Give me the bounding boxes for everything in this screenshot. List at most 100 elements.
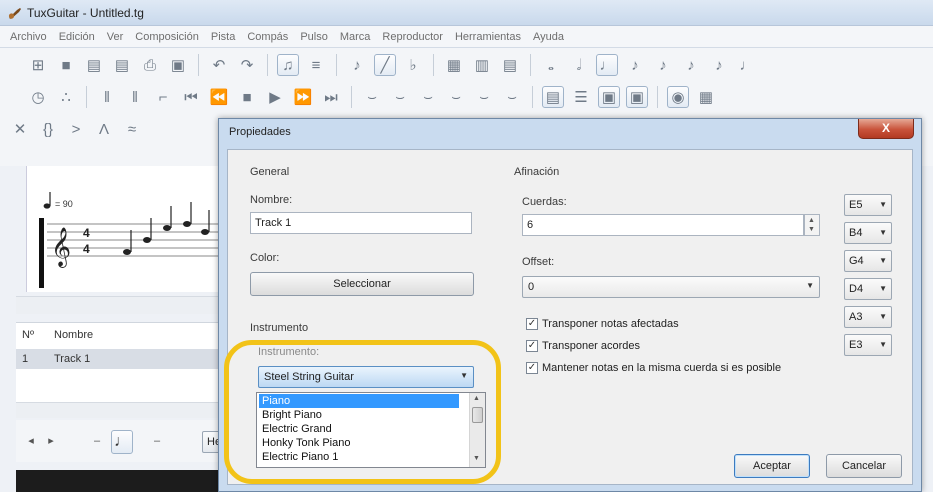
strings-count-input[interactable]: 6 xyxy=(522,214,804,236)
toolbar-separator xyxy=(198,54,199,76)
string-3-tuning-select[interactable]: G4 ▼ xyxy=(844,250,892,272)
toolbar-separator xyxy=(86,86,87,108)
layout-multitrack-icon[interactable]: ▣ xyxy=(598,86,620,108)
string-5-tuning-select[interactable]: A3 ▼ xyxy=(844,306,892,328)
piano-icon[interactable]: ▤ xyxy=(499,54,521,76)
staff-note[interactable] xyxy=(183,202,192,227)
last-measure-icon[interactable]: ⏭ xyxy=(320,86,342,108)
score-horizontal-scrollbar[interactable] xyxy=(16,296,226,314)
close-button[interactable]: X xyxy=(858,119,914,139)
staff-note[interactable] xyxy=(201,210,210,235)
voice-icon[interactable]: ♭ xyxy=(402,54,424,76)
offset-select[interactable]: 0 ▼ xyxy=(522,276,820,298)
fretboard-icon[interactable]: ▥ xyxy=(471,54,493,76)
layout-linear-icon[interactable]: ☰ xyxy=(570,86,592,108)
sixteenth-note-icon[interactable]: ♪ xyxy=(652,54,674,76)
repeat-open-icon[interactable]: ‖ xyxy=(96,86,118,108)
strings-spinner[interactable]: ▲ ▼ xyxy=(804,214,820,236)
menu-ver[interactable]: Ver xyxy=(101,31,130,43)
table-row[interactable]: 1 Track 1 xyxy=(16,349,226,369)
thirty-second-note-icon[interactable]: ♪ xyxy=(680,54,702,76)
time-signature-icon[interactable]: ∴ xyxy=(55,86,77,108)
staff-note[interactable] xyxy=(123,230,132,255)
heavy-accent-icon[interactable]: Λ xyxy=(93,118,115,140)
metronome-icon[interactable]: ◷ xyxy=(27,86,49,108)
track-name-input[interactable]: Track 1 xyxy=(250,212,472,234)
menu-pista[interactable]: Pista xyxy=(205,31,241,43)
duration-decrease-icon[interactable]: – xyxy=(88,432,106,450)
spinner-down-icon[interactable]: ▼ xyxy=(808,226,815,233)
accent-icon[interactable]: > xyxy=(65,118,87,140)
menu-pulso[interactable]: Pulso xyxy=(294,31,334,43)
save-as-icon[interactable]: ▤ xyxy=(111,54,133,76)
half-note-icon[interactable]: 𝅗𝅥 xyxy=(568,54,590,76)
tracks-horizontal-scrollbar[interactable] xyxy=(16,402,226,418)
play-icon[interactable]: ▶ xyxy=(264,86,286,108)
tablature-view-icon[interactable]: ≡ xyxy=(305,54,327,76)
accept-button[interactable]: Aceptar xyxy=(734,454,810,478)
eighth-note-icon[interactable]: ♪ xyxy=(624,54,646,76)
layout-compact-icon[interactable]: ▣ xyxy=(626,86,648,108)
transpose-chords-checkbox[interactable]: ✓ xyxy=(526,340,538,352)
transpose-notes-checkbox[interactable]: ✓ xyxy=(526,318,538,330)
select-color-button[interactable]: Seleccionar xyxy=(250,272,474,296)
layout-page-icon[interactable]: ▤ xyxy=(542,86,564,108)
score-area[interactable]: = 90 𝄞 4 4 xyxy=(26,166,227,292)
menu-compas[interactable]: Compás xyxy=(241,31,294,43)
next-measure-icon[interactable]: ⏩ xyxy=(292,86,314,108)
sixty-fourth-note-icon[interactable]: ♪ xyxy=(708,54,730,76)
dynamic-f-icon[interactable]: ⌣ xyxy=(473,86,495,108)
menu-ayuda[interactable]: Ayuda xyxy=(527,31,570,43)
menu-archivo[interactable]: Archivo xyxy=(4,31,53,43)
treble-clef-icon: 𝄞 xyxy=(51,227,71,268)
dynamic-mf-icon[interactable]: ⌣ xyxy=(445,86,467,108)
redo-icon[interactable]: ↷ xyxy=(236,54,258,76)
stop-icon[interactable]: ■ xyxy=(236,86,258,108)
scroll-right-icon[interactable]: ▸ xyxy=(42,432,60,450)
undo-icon[interactable]: ↶ xyxy=(208,54,230,76)
keep-strings-checkbox[interactable]: ✓ xyxy=(526,362,538,374)
mixer-icon[interactable]: ▦ xyxy=(695,86,717,108)
cancel-button[interactable]: Cancelar xyxy=(826,454,902,478)
open-file-icon[interactable]: ■ xyxy=(55,54,77,76)
scroll-left-icon[interactable]: ◂ xyxy=(22,432,40,450)
brackets-icon[interactable]: {} xyxy=(37,118,59,140)
menu-composicion[interactable]: Composición xyxy=(129,31,205,43)
transport-icon[interactable]: ◉ xyxy=(667,86,689,108)
staff-note[interactable] xyxy=(143,218,152,243)
new-file-icon[interactable]: ⊞ xyxy=(27,54,49,76)
print-icon[interactable]: ⎙ xyxy=(139,54,161,76)
print-preview-icon[interactable]: ▣ xyxy=(167,54,189,76)
transpose-notes-label: Transponer notas afectadas xyxy=(542,318,679,330)
dotted-note-icon[interactable]: ♩ xyxy=(736,54,758,76)
repeat-close-icon[interactable]: ‖ xyxy=(124,86,146,108)
menu-marca[interactable]: Marca xyxy=(334,31,377,43)
string-6-tuning-select[interactable]: E3 ▼ xyxy=(844,334,892,356)
dynamic-ff-icon[interactable]: ⌣ xyxy=(501,86,523,108)
duration-note-icon[interactable]: ♩ xyxy=(111,430,133,454)
menu-herramientas[interactable]: Herramientas xyxy=(449,31,527,43)
tied-note-icon[interactable]: ✕ xyxy=(9,118,31,140)
duration-increase-icon[interactable]: – xyxy=(148,432,166,450)
trill-icon[interactable]: ≈ xyxy=(121,118,143,140)
string-4-tuning-select[interactable]: D4 ▼ xyxy=(844,278,892,300)
first-measure-icon[interactable]: ⏮ xyxy=(180,86,202,108)
menu-edicion[interactable]: Edición xyxy=(53,31,101,43)
string-2-tuning-select[interactable]: B4 ▼ xyxy=(844,222,892,244)
chord-icon[interactable]: ▦ xyxy=(443,54,465,76)
note-edit-icon[interactable]: ♪ xyxy=(346,54,368,76)
dynamic-p-icon[interactable]: ⌣ xyxy=(389,86,411,108)
score-view-icon[interactable]: ♫ xyxy=(277,54,299,76)
staff-note[interactable] xyxy=(163,206,172,231)
quarter-note-icon[interactable]: ♩ xyxy=(596,54,618,76)
dynamic-mp-icon[interactable]: ⌣ xyxy=(417,86,439,108)
dynamic-pp-icon[interactable]: ⌣ xyxy=(361,86,383,108)
alternative-ending-icon[interactable]: ⌐ xyxy=(152,86,174,108)
string-1-tuning-select[interactable]: E5 ▼ xyxy=(844,194,892,216)
menu-reproductor[interactable]: Reproductor xyxy=(376,31,449,43)
whole-note-icon[interactable]: 𝅝 xyxy=(540,54,562,76)
spinner-up-icon[interactable]: ▲ xyxy=(808,217,815,224)
save-icon[interactable]: ▤ xyxy=(83,54,105,76)
previous-measure-icon[interactable]: ⏪ xyxy=(208,86,230,108)
pencil-mode-icon[interactable]: ╱ xyxy=(374,54,396,76)
